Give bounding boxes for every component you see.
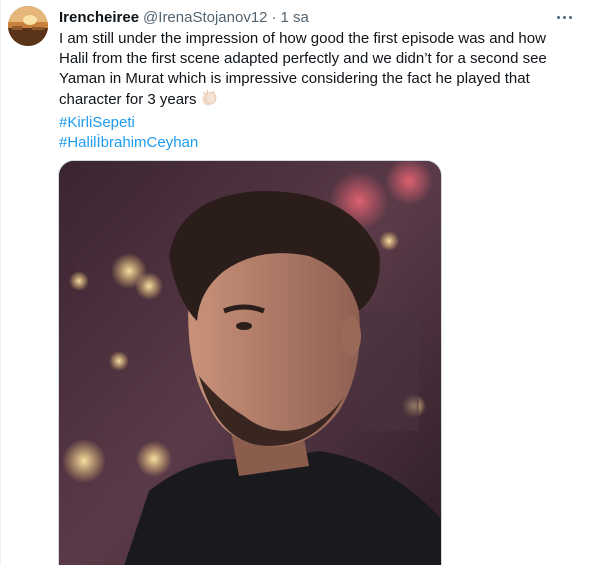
avatar-image: [8, 6, 48, 46]
tweet-text: I am still under the impression of how g…: [59, 29, 579, 153]
tweet-text-line: Halil from the first scene adapted perfe…: [59, 50, 547, 67]
tweet-text-line: Yaman in Murat which is impressive consi…: [59, 70, 530, 87]
clapping-hands-icon: [200, 89, 218, 113]
avatar[interactable]: [8, 6, 48, 46]
portrait-photo: [59, 161, 441, 565]
user-handle[interactable]: @IrenaStojanov12: [143, 9, 267, 26]
separator-dot: ·: [271, 8, 277, 26]
hashtag-link[interactable]: #HalilİbrahimCeyhan: [59, 133, 579, 153]
more-options-icon[interactable]: [553, 7, 575, 27]
display-name[interactable]: Irencheiree: [59, 9, 139, 26]
timestamp[interactable]: 1 sa: [281, 9, 309, 26]
tweet-text-line: I am still under the impression of how g…: [59, 30, 546, 47]
tweet-photo[interactable]: [58, 160, 442, 565]
tweet-header: Irencheiree @IrenaStojanov12 · 1 sa: [59, 7, 309, 27]
tweet-card[interactable]: Irencheiree @IrenaStojanov12 · 1 sa I am…: [0, 0, 599, 565]
tweet-text-line: character for 3 years: [59, 91, 197, 108]
tweet-text-line-with-emoji: character for 3 years: [59, 89, 579, 113]
hashtag-link[interactable]: #KirliSepeti: [59, 113, 579, 133]
